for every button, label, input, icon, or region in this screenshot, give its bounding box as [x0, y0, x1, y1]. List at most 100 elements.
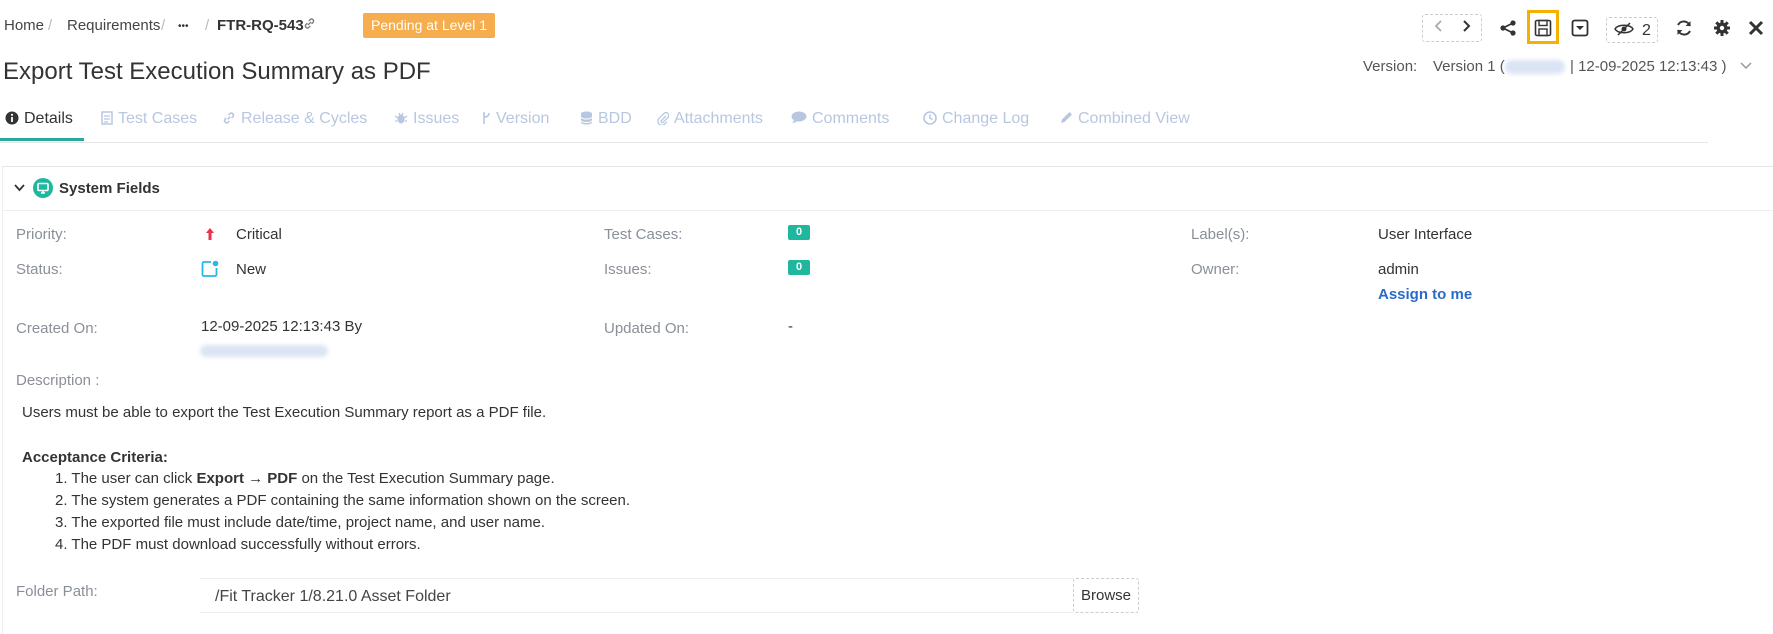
- gear-icon[interactable]: [1711, 16, 1733, 40]
- description-text: Users must be able to export the Test Ex…: [22, 404, 547, 421]
- criterion-text: on the Test Execution Summary page.: [297, 470, 555, 487]
- owner-value: admin: [1378, 261, 1419, 278]
- issues-label: Issues:: [604, 261, 652, 278]
- tab-issues[interactable]: Issues: [394, 110, 459, 128]
- test-cases-label: Test Cases:: [604, 226, 683, 243]
- status-value: New: [236, 261, 267, 278]
- tab-comments[interactable]: Comments: [791, 110, 889, 128]
- criterion-emphasis: Export → PDF: [196, 470, 298, 487]
- acceptance-criterion: 4. The PDF must download successfully wi…: [55, 536, 421, 553]
- labels-label: Label(s):: [1191, 226, 1250, 243]
- priority-value: Critical: [236, 226, 282, 243]
- breadcrumb-separator: /: [161, 17, 166, 34]
- criterion-text: 3. The exported file must include date/t…: [55, 514, 545, 531]
- eye-slash-icon: [1614, 22, 1634, 41]
- tab-label: Version: [496, 110, 550, 127]
- system-fields-header[interactable]: System Fields: [14, 178, 160, 198]
- redacted-user-name: [200, 345, 328, 357]
- tab-label: Change Log: [942, 110, 1030, 127]
- tab-label: Release & Cycles: [241, 110, 368, 127]
- tab-bdd[interactable]: BDD: [580, 110, 632, 128]
- tab-label: Combined View: [1078, 110, 1190, 127]
- created-on-value: 12-09-2025 12:13:43 By: [201, 318, 362, 335]
- criterion-text: 2. The system generates a PDF containing…: [55, 492, 631, 509]
- clock-icon: [923, 110, 937, 128]
- tab-label: Comments: [812, 110, 890, 127]
- page-title: Export Test Execution Summary as PDF: [3, 58, 431, 85]
- status-new-icon: [201, 260, 219, 282]
- tab-label: Issues: [413, 110, 460, 127]
- breadcrumb-more[interactable]: •••: [178, 21, 189, 32]
- chevron-right-icon: [1463, 20, 1471, 32]
- database-icon: [580, 111, 593, 128]
- browse-button[interactable]: Browse: [1073, 578, 1139, 613]
- pencil-icon: [1059, 111, 1073, 128]
- tab-change-log[interactable]: Change Log: [923, 110, 1029, 128]
- breadcrumb-home[interactable]: Home: [4, 17, 44, 34]
- comment-icon: [791, 111, 807, 127]
- chevron-down-icon[interactable]: [1740, 58, 1752, 73]
- link-icon: [222, 111, 236, 128]
- branch-icon: [481, 111, 491, 128]
- breadcrumb-separator: /: [48, 17, 53, 34]
- breadcrumb-separator: /: [205, 17, 210, 34]
- labels-value: User Interface: [1378, 226, 1473, 243]
- tab-attachments[interactable]: Attachments: [657, 110, 763, 128]
- status-badge: Pending at Level 1: [363, 13, 495, 38]
- monitor-icon: [33, 178, 53, 198]
- test-cases-count-badge[interactable]: 0: [788, 225, 810, 240]
- breadcrumb-requirements[interactable]: Requirements: [67, 17, 160, 34]
- acceptance-criteria-title: Acceptance Criteria:: [22, 449, 168, 466]
- previous-button[interactable]: [1426, 17, 1452, 39]
- version-label: Version:: [1363, 58, 1418, 75]
- paperclip-icon: [657, 111, 670, 128]
- section-title: System Fields: [59, 179, 160, 197]
- created-on-label: Created On:: [16, 320, 98, 337]
- tab-label: BDD: [598, 110, 632, 127]
- tab-label: Details: [24, 110, 73, 127]
- priority-label: Priority:: [16, 226, 67, 243]
- criterion-text: 4. The PDF must download successfully wi…: [55, 536, 421, 553]
- tab-bar: Details Test Cases Release & Cycles Issu…: [0, 100, 1708, 143]
- version-value-prefix[interactable]: Version 1 (: [1433, 58, 1505, 75]
- record-navigation: [1422, 14, 1482, 42]
- tab-release-cycles[interactable]: Release & Cycles: [222, 110, 367, 128]
- bug-icon: [394, 111, 408, 128]
- acceptance-criterion: 2. The system generates a PDF containing…: [55, 492, 630, 509]
- document-icon: [101, 110, 113, 128]
- top-bar: Home / Requirements / ••• / FTR-RQ-543 P…: [0, 0, 1773, 50]
- save-icon[interactable]: [1532, 16, 1554, 40]
- tab-test-cases[interactable]: Test Cases: [101, 110, 197, 128]
- tab-label: Test Cases: [118, 110, 198, 127]
- watchers-count: 2: [1642, 22, 1651, 39]
- tab-label: Attachments: [674, 110, 763, 127]
- assign-to-me-link[interactable]: Assign to me: [1378, 286, 1472, 303]
- chevron-left-icon: [1434, 20, 1442, 32]
- divider: [2, 210, 1773, 211]
- next-button[interactable]: [1453, 17, 1479, 39]
- tab-details[interactable]: Details: [5, 110, 73, 128]
- redacted-version-user: [1505, 60, 1565, 74]
- breadcrumb-current: FTR-RQ-543: [217, 17, 304, 34]
- status-label: Status:: [16, 261, 63, 278]
- refresh-icon[interactable]: [1673, 16, 1695, 40]
- tab-version[interactable]: Version: [481, 110, 549, 128]
- dropdown-box-icon[interactable]: [1569, 16, 1591, 40]
- description-label: Description :: [16, 372, 100, 389]
- criterion-text: 1. The user can click: [55, 470, 197, 487]
- copy-link-icon[interactable]: [303, 17, 316, 33]
- chevron-down-icon[interactable]: [14, 184, 25, 192]
- issues-count-badge[interactable]: 0: [788, 260, 810, 275]
- tab-combined-view[interactable]: Combined View: [1059, 110, 1190, 128]
- priority-arrow-icon: [205, 227, 215, 245]
- acceptance-criterion: 1. The user can click Export → PDF on th…: [55, 470, 555, 487]
- watchers-button[interactable]: 2: [1606, 17, 1658, 43]
- share-icon[interactable]: [1497, 16, 1519, 40]
- info-icon: [5, 111, 19, 128]
- acceptance-criterion: 3. The exported file must include date/t…: [55, 514, 545, 531]
- close-icon[interactable]: [1745, 16, 1767, 40]
- updated-on-label: Updated On:: [604, 320, 690, 337]
- folder-path-value: /Fit Tracker 1/8.21.0 Asset Folder: [215, 588, 451, 605]
- version-value-suffix[interactable]: | 12-09-2025 12:13:43 ): [1570, 58, 1727, 75]
- owner-label: Owner:: [1191, 261, 1240, 278]
